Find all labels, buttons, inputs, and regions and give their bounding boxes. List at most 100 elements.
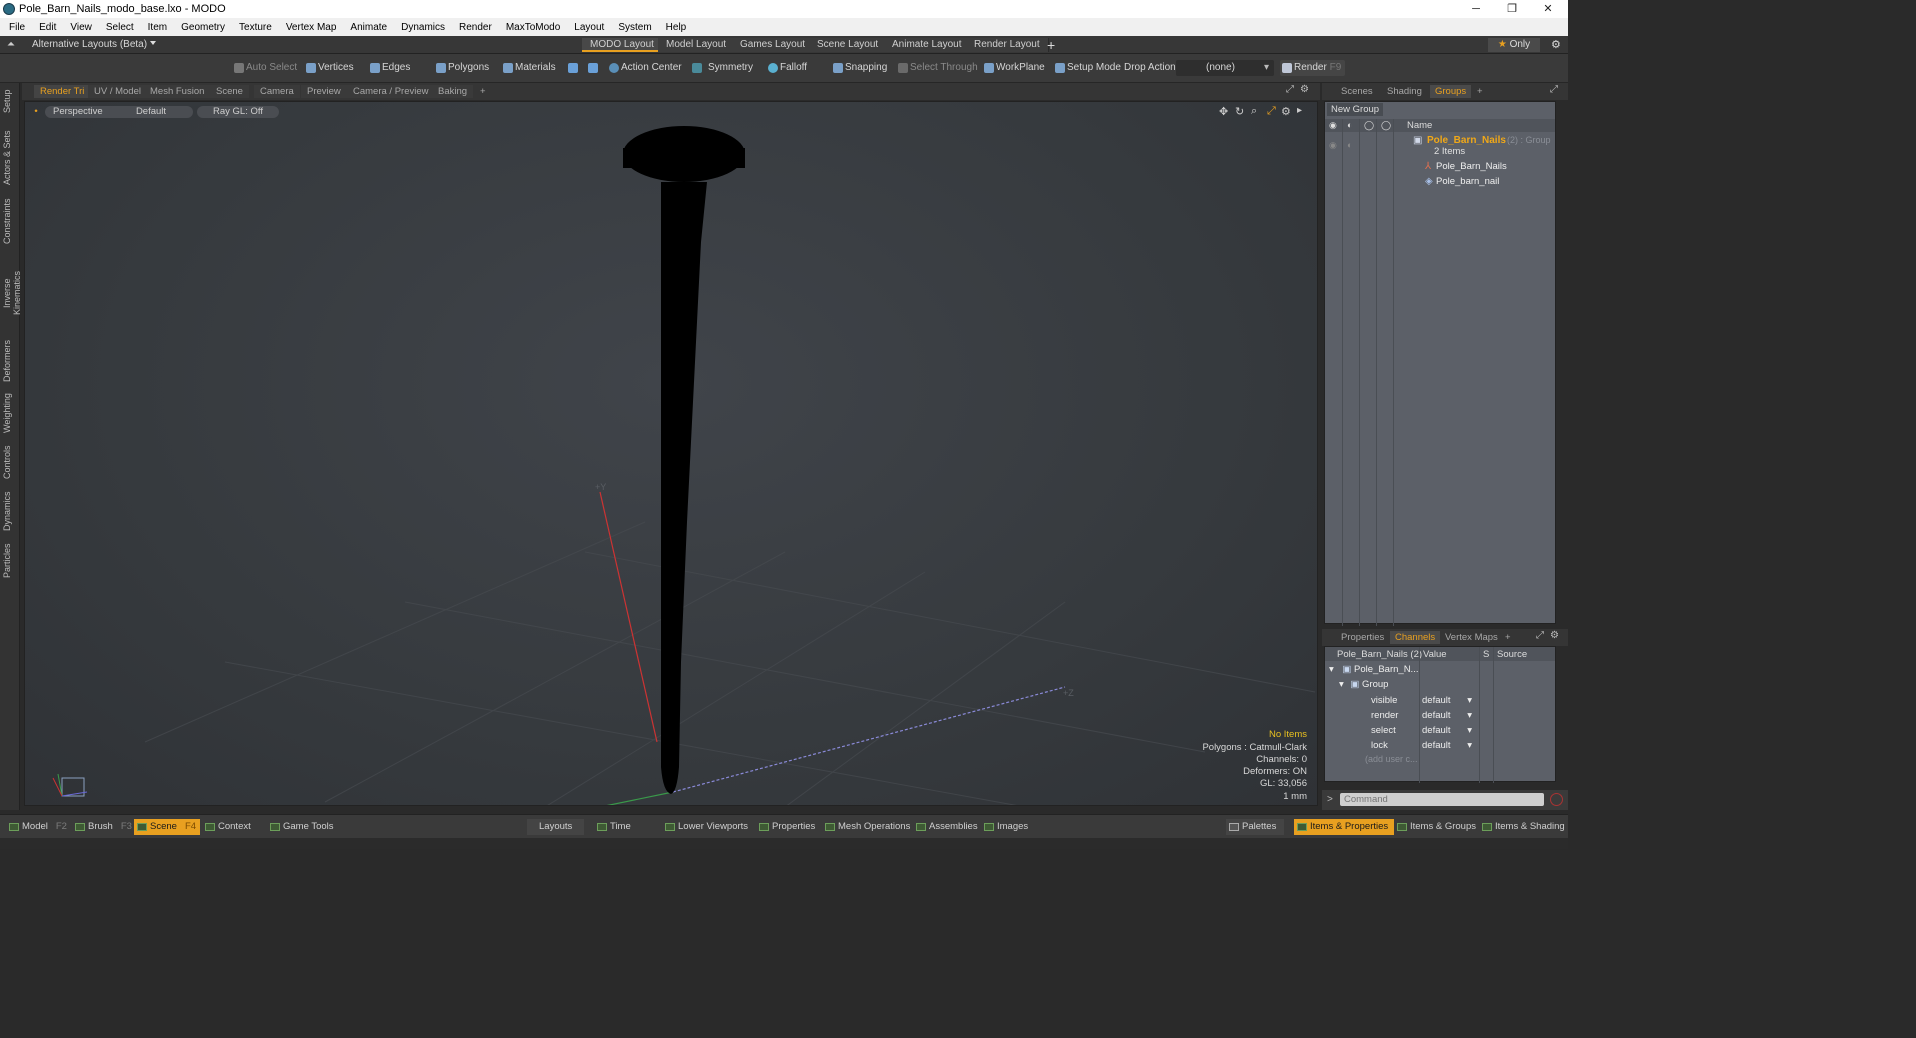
drop-action-dropdown[interactable]: (none) ▾ bbox=[1176, 60, 1274, 76]
group-child-row[interactable]: ⅄ Pole_Barn_Nails bbox=[1411, 160, 1555, 174]
workplane-button[interactable]: WorkPlane bbox=[982, 60, 1045, 76]
collapse-icon[interactable]: ⏶ bbox=[7, 39, 15, 50]
add-layout-button[interactable]: + bbox=[1047, 37, 1055, 53]
snapping-button[interactable]: Snapping bbox=[831, 60, 887, 76]
lock-toggle-icon[interactable]: ◯ bbox=[1364, 120, 1374, 131]
images-button[interactable]: Images bbox=[981, 819, 1028, 835]
tab-camera-preview[interactable]: Camera / Preview bbox=[347, 85, 435, 98]
restore-button[interactable]: ❐ bbox=[1494, 0, 1530, 18]
menu-dynamics[interactable]: Dynamics bbox=[394, 22, 452, 33]
view-settings-icon[interactable]: ⚙ bbox=[1281, 105, 1291, 118]
maximize-icon[interactable]: ⤢ bbox=[1286, 84, 1294, 95]
channel-row-lock[interactable]: lock default ▾ bbox=[1325, 739, 1555, 753]
channel-value-dropdown[interactable]: default ▾ bbox=[1422, 740, 1476, 751]
menu-file[interactable]: File bbox=[0, 22, 32, 33]
side-tab-inverse-kinematics[interactable]: Inverse Kinematics bbox=[2, 255, 22, 331]
menu-item[interactable]: Item bbox=[141, 22, 174, 33]
tab-channels[interactable]: Channels bbox=[1390, 631, 1441, 644]
tab-vertex-maps[interactable]: Vertex Maps bbox=[1440, 631, 1503, 644]
items-properties-button[interactable]: Items & Properties bbox=[1294, 819, 1395, 835]
side-tab-deformers[interactable]: Deformers bbox=[2, 339, 18, 383]
expand-arrow-icon[interactable]: ▾ bbox=[1339, 679, 1344, 690]
add-properties-tab-button[interactable]: + bbox=[1500, 631, 1516, 644]
zoom-icon[interactable]: ⌕ bbox=[1251, 105, 1257, 118]
expand-arrow-icon[interactable]: ▸ bbox=[1297, 105, 1302, 116]
shading-default-dropdown[interactable]: Default bbox=[109, 106, 193, 118]
brush-button[interactable]: Brush F3 bbox=[72, 819, 132, 835]
nail-shank[interactable] bbox=[661, 182, 707, 794]
tab-render-tri[interactable]: Render Tri bbox=[34, 85, 91, 98]
mesh-operations-button[interactable]: Mesh Operations bbox=[822, 819, 910, 835]
tab-scene[interactable]: Scene bbox=[210, 85, 249, 98]
side-tab-controls[interactable]: Controls bbox=[2, 443, 18, 481]
gear-icon[interactable]: ⚙ bbox=[1551, 38, 1561, 51]
tab-games-layout[interactable]: Games Layout bbox=[732, 38, 815, 52]
new-group-button[interactable]: New Group bbox=[1327, 103, 1384, 116]
tab-camera[interactable]: Camera bbox=[254, 85, 300, 98]
expand-arrow-icon[interactable]: ▾ bbox=[1329, 664, 1334, 675]
tab-scenes[interactable]: Scenes bbox=[1336, 85, 1378, 98]
menu-select[interactable]: Select bbox=[99, 22, 141, 33]
add-user-channel[interactable]: (add user c... bbox=[1365, 754, 1418, 764]
side-tab-setup[interactable]: Setup bbox=[2, 87, 18, 115]
menu-vertex-map[interactable]: Vertex Map bbox=[279, 22, 344, 33]
render-button[interactable]: Render F9 bbox=[1280, 60, 1346, 76]
select-through-button[interactable]: Select Through bbox=[896, 60, 978, 76]
side-tab-particles[interactable]: Particles bbox=[2, 541, 18, 581]
context-button[interactable]: Context bbox=[202, 819, 251, 835]
time-button[interactable]: Time bbox=[594, 819, 631, 835]
game-tools-button[interactable]: Game Tools bbox=[267, 819, 334, 835]
tab-preview[interactable]: Preview bbox=[301, 85, 347, 98]
channel-row-visible[interactable]: visible default ▾ bbox=[1325, 694, 1555, 708]
rotate-icon[interactable]: ↻ bbox=[1235, 105, 1244, 118]
tab-model-layout[interactable]: Model Layout bbox=[658, 38, 736, 52]
action-center-button[interactable]: Action Center bbox=[607, 60, 682, 76]
items-shading-button[interactable]: Items & Shading bbox=[1479, 819, 1565, 835]
menu-view[interactable]: View bbox=[63, 22, 99, 33]
select-toggle-icon[interactable]: ◯ bbox=[1381, 120, 1391, 131]
properties-maximize-icon[interactable]: ⤢ bbox=[1536, 630, 1544, 641]
pan-icon[interactable]: ✥ bbox=[1219, 105, 1228, 118]
channels-root-row[interactable]: ▾ ▣ Pole_Barn_N... bbox=[1329, 664, 1529, 675]
add-panel-tab-button[interactable]: + bbox=[1472, 85, 1488, 98]
tab-modo-layout[interactable]: MODO Layout bbox=[582, 38, 663, 52]
record-icon[interactable] bbox=[1550, 793, 1563, 806]
side-tab-constraints[interactable]: Constraints bbox=[2, 195, 18, 247]
close-button[interactable]: ✕ bbox=[1530, 0, 1566, 18]
only-toggle[interactable]: ★ Only bbox=[1488, 38, 1540, 52]
channel-value-dropdown[interactable]: default ▾ bbox=[1422, 725, 1476, 736]
panel-maximize-icon[interactable]: ⤢ bbox=[1550, 84, 1558, 95]
menu-texture[interactable]: Texture bbox=[232, 22, 279, 33]
properties-button[interactable]: Properties bbox=[756, 819, 815, 835]
vertices-button[interactable]: Vertices bbox=[304, 60, 354, 76]
menu-render[interactable]: Render bbox=[452, 22, 499, 33]
add-tab-button[interactable]: + bbox=[474, 85, 492, 98]
alternative-layouts-dropdown[interactable]: Alternative Layouts (Beta) bbox=[32, 39, 156, 50]
scene-button[interactable]: Scene F4 bbox=[134, 819, 201, 835]
command-input[interactable] bbox=[1340, 793, 1544, 806]
3d-viewport[interactable]: +Y +Z • Perspective Default Ray GL: Off … bbox=[24, 101, 1318, 806]
minimize-button[interactable]: ─ bbox=[1458, 0, 1494, 18]
symmetry-button[interactable]: Symmetry bbox=[690, 60, 753, 76]
channels-group-row[interactable]: ▾ ▣ Group bbox=[1339, 679, 1539, 690]
items-groups-button[interactable]: Items & Groups bbox=[1394, 819, 1476, 835]
element-move-icon[interactable] bbox=[586, 60, 598, 76]
edges-button[interactable]: Edges bbox=[368, 60, 410, 76]
side-tab-dynamics[interactable]: Dynamics bbox=[2, 489, 18, 533]
menu-system[interactable]: System bbox=[611, 22, 658, 33]
tab-mesh-fusion[interactable]: Mesh Fusion bbox=[144, 85, 211, 98]
group-row-pole-barn-nails[interactable]: ◉ ◐ ▣ Pole_Barn_Nails (2) : Group 2 Item… bbox=[1325, 133, 1555, 159]
menu-help[interactable]: Help bbox=[659, 22, 694, 33]
tab-render-layout[interactable]: Render Layout bbox=[966, 38, 1049, 52]
tab-uv-model[interactable]: UV / Model bbox=[88, 85, 147, 98]
falloff-button[interactable]: Falloff bbox=[766, 60, 807, 76]
materials-button[interactable]: Materials bbox=[501, 60, 556, 76]
properties-gear-icon[interactable]: ⚙ bbox=[1550, 630, 1559, 641]
row-eye-icon[interactable]: ◉ bbox=[1329, 140, 1337, 151]
lower-viewports-button[interactable]: Lower Viewports bbox=[662, 819, 748, 835]
tab-shading[interactable]: Shading bbox=[1382, 85, 1427, 98]
assemblies-button[interactable]: Assemblies bbox=[913, 819, 978, 835]
menu-maxtomodo[interactable]: MaxToModo bbox=[499, 22, 567, 33]
tab-baking[interactable]: Baking bbox=[432, 85, 474, 98]
channel-row-render[interactable]: render default ▾ bbox=[1325, 709, 1555, 723]
